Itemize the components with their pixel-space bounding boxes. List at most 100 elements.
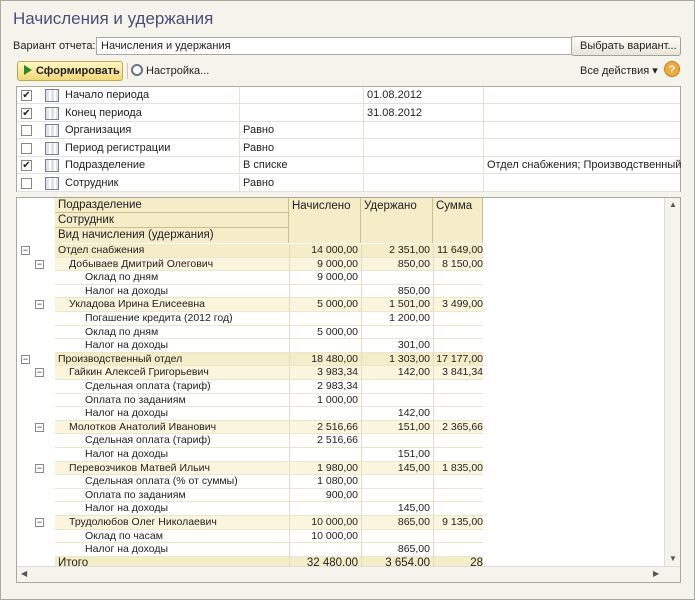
report-header: Подразделение Сотрудник Вид начисления (… xyxy=(55,198,483,243)
parameter-condition[interactable]: Равно xyxy=(239,122,363,138)
row-label: Перевозчиков Матвей Ильич xyxy=(55,461,289,476)
header-accrued: Начислено xyxy=(292,200,351,212)
table-row[interactable]: Трудолюбов Олег Николаевич 10 000,00 865,0… xyxy=(17,516,483,530)
scroll-up-icon[interactable]: ▲ xyxy=(669,200,677,209)
generate-button[interactable]: Сформировать xyxy=(17,61,123,81)
horizontal-scrollbar[interactable]: ◀ ▶ xyxy=(17,566,680,582)
parameter-row[interactable]: ✔ Начало периода 01.08.2012 xyxy=(17,87,680,104)
parameter-list-value[interactable] xyxy=(483,104,681,121)
help-icon[interactable]: ? xyxy=(664,61,680,77)
collapse-group-icon[interactable]: − xyxy=(21,354,30,364)
parameter-list-value[interactable] xyxy=(483,87,681,103)
parameter-name: Сотрудник xyxy=(65,176,119,189)
table-row[interactable]: Укладова Ирина Елисеевна 5 000,00 1 501,00… xyxy=(17,298,483,312)
settings-button[interactable]: Настройка... xyxy=(131,64,209,77)
table-row[interactable]: Гайкин Алексей Григорьевич 3 983,34 142,00… xyxy=(17,366,483,380)
collapse-subgroup-icon[interactable]: − xyxy=(35,300,44,310)
parameter-checkbox[interactable]: ✔ xyxy=(21,160,32,171)
parameter-value[interactable]: 31.08.2012 xyxy=(363,104,483,121)
variant-field[interactable]: Начисления и удержания xyxy=(96,37,576,55)
parameter-row[interactable]: Сотрудник Равно xyxy=(17,174,681,192)
withheld-cell: 850,00 xyxy=(361,284,433,299)
parameter-list-value[interactable] xyxy=(483,174,681,191)
accrued-cell xyxy=(289,339,361,353)
collapse-subgroup-icon[interactable]: − xyxy=(35,368,44,378)
table-row[interactable]: Налог на доходы 850,00 xyxy=(17,284,483,299)
parameter-checkbox[interactable] xyxy=(21,142,32,154)
parameter-list-value[interactable] xyxy=(483,122,681,138)
table-row[interactable]: Налог на доходы 865,00 xyxy=(17,543,483,557)
vertical-scrollbar[interactable]: ▲ ▼ xyxy=(664,198,680,568)
parameter-condition[interactable]: Равно xyxy=(239,139,363,156)
table-row[interactable]: Оплата по заданиям 1 000,00 xyxy=(17,393,483,408)
toolbar: Сформировать Настройка... Все действия ▾… xyxy=(13,61,682,83)
parameter-value[interactable] xyxy=(363,122,483,138)
table-row[interactable]: Оплата по заданиям 900,00 xyxy=(17,488,483,503)
parameter-condition[interactable] xyxy=(239,104,363,121)
table-row[interactable]: Оклад по часам 10 000,00 xyxy=(17,529,483,544)
parameter-row[interactable]: ✔ Конец периода 31.08.2012 xyxy=(17,104,681,122)
table-row[interactable]: Молотков Анатолий Иванович 2 516,66 151,00… xyxy=(17,420,483,435)
parameter-value[interactable] xyxy=(363,157,483,173)
header-grouping-column: Подразделение Сотрудник Вид начисления (… xyxy=(55,198,289,243)
parameter-checkbox[interactable] xyxy=(21,177,32,189)
table-row[interactable]: Налог на доходы 301,00 xyxy=(17,339,483,353)
parameter-condition[interactable]: Равно xyxy=(239,174,363,191)
sum-cell xyxy=(433,380,483,394)
table-row[interactable]: Налог на доходы 142,00 xyxy=(17,407,483,421)
sum-cell xyxy=(433,475,483,489)
collapse-subgroup-icon[interactable]: − xyxy=(35,463,44,473)
parameter-checkbox[interactable]: ✔ xyxy=(21,90,32,101)
table-row[interactable]: Добываев Дмитрий Олегович 9 000,00 850,00 8… xyxy=(17,257,483,272)
parameter-value[interactable] xyxy=(363,174,483,191)
row-label: Укладова Ирина Елисеевна xyxy=(55,298,289,312)
collapse-subgroup-icon[interactable]: − xyxy=(35,422,44,432)
parameter-list-value[interactable] xyxy=(483,139,681,156)
report-window: Начисления и удержания Вариант отчета: Н… xyxy=(0,0,695,600)
accrued-cell: 2 983,34 xyxy=(289,380,361,394)
table-row[interactable]: Оклад по дням 9 000,00 xyxy=(17,271,483,285)
row-label: Производственный отдел xyxy=(55,352,289,367)
scroll-down-icon[interactable]: ▼ xyxy=(669,554,677,563)
generate-button-label: Сформировать xyxy=(36,65,120,77)
collapse-subgroup-icon[interactable]: − xyxy=(35,518,44,527)
parameter-checkbox[interactable] xyxy=(21,125,32,136)
scroll-left-icon[interactable]: ◀ xyxy=(21,569,27,578)
table-row[interactable]: Сдельная оплата (тариф) 2 983,34 xyxy=(17,380,483,394)
parameter-row[interactable]: ✔ Подразделение В списке Отдел снабжения; П… xyxy=(17,157,681,174)
row-label: Погашение кредита (2012 год) xyxy=(55,312,289,326)
parameter-condition[interactable]: В списке xyxy=(239,157,363,173)
collapse-subgroup-icon[interactable]: − xyxy=(35,259,44,269)
table-row[interactable]: Оклад по дням 5 000,00 xyxy=(17,325,483,340)
table-row[interactable]: Производственный отдел 18 480,00 1 303,00 1… xyxy=(17,352,483,367)
header-withheld-column: Удержано xyxy=(361,198,433,243)
parameter-checkbox[interactable]: ✔ xyxy=(21,107,32,119)
parameters-table: ✔ Начало периода 01.08.2012 ✔ Конец периода 3… xyxy=(16,86,681,192)
accrued-cell: 10 000,00 xyxy=(289,529,361,544)
sum-cell xyxy=(433,393,483,408)
parameter-row[interactable]: Период регистрации Равно xyxy=(17,139,681,157)
table-row[interactable]: Налог на доходы 151,00 xyxy=(17,448,483,462)
parameter-value[interactable] xyxy=(363,139,483,156)
header-accrued-column: Начислено xyxy=(289,198,361,243)
parameter-field-icon xyxy=(45,159,59,172)
report-spreadsheet[interactable]: Подразделение Сотрудник Вид начисления (… xyxy=(16,197,681,583)
collapse-group-icon[interactable]: − xyxy=(21,246,30,255)
table-row[interactable]: Отдел снабжения 14 000,00 2 351,00 11 649,0… xyxy=(17,244,483,258)
parameter-value[interactable]: 01.08.2012 xyxy=(363,87,483,103)
accrued-cell: 9 000,00 xyxy=(289,257,361,272)
table-row[interactable]: Погашение кредита (2012 год) 1 200,00 xyxy=(17,312,483,326)
table-row[interactable]: Налог на доходы 145,00 xyxy=(17,502,483,516)
all-actions-menu[interactable]: Все действия ▾ xyxy=(580,64,658,77)
table-row[interactable]: Сдельная оплата (тариф) 2 516,66 xyxy=(17,434,483,448)
parameter-list-value[interactable]: Отдел снабжения; Производственный ... xyxy=(483,157,681,173)
sum-cell xyxy=(433,502,483,516)
select-variant-button[interactable]: Выбрать вариант... xyxy=(571,36,681,56)
table-row[interactable]: Сдельная оплата (% от суммы) 1 080,00 xyxy=(17,475,483,489)
parameter-row[interactable]: Организация Равно xyxy=(17,122,680,139)
parameter-condition[interactable] xyxy=(239,87,363,103)
table-row[interactable]: Перевозчиков Матвей Ильич 1 980,00 145,00 1… xyxy=(17,461,483,476)
withheld-cell: 301,00 xyxy=(361,339,433,353)
sum-cell xyxy=(433,325,483,340)
scroll-right-icon[interactable]: ▶ xyxy=(653,569,659,578)
